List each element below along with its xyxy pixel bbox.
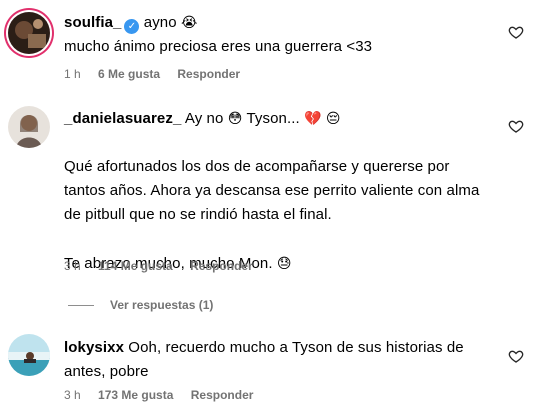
comment-line: antes, pobre: [64, 363, 149, 380]
avatar[interactable]: [8, 334, 50, 376]
timestamp: 1 h: [64, 67, 81, 81]
timestamp: 3 h: [64, 388, 81, 402]
view-replies-label: Ver respuestas (1): [110, 298, 214, 312]
like-heart-icon[interactable]: [508, 348, 524, 364]
username[interactable]: _danielasuarez_: [64, 110, 181, 127]
comment-soulfia: soulfia_ ✓ ayno 😭 mucho ánimo preciosa er…: [0, 0, 536, 90]
replies-divider: [68, 305, 94, 307]
comment-line: mucho ánimo preciosa eres una guerrera <…: [64, 38, 373, 55]
comment-meta: 1 h 6 Me gusta Responder: [64, 67, 254, 81]
comment-meta: 3 h 173 Me gusta Responder: [64, 388, 267, 402]
comment-lokysixx: lokysixx Ooh, recuerdo mucho a Tyson de …: [0, 330, 536, 408]
verified-badge-icon: ✓: [124, 19, 140, 34]
comment-text-mid: Tyson...: [246, 110, 300, 127]
comment-danielasuarez: _danielasuarez_ Ay no 😳 Tyson... 💔 😔 Qué…: [0, 96, 536, 316]
pensive-emoji-icon: 😔: [325, 110, 341, 126]
broken-heart-emoji-icon: 💔: [304, 110, 322, 126]
username[interactable]: soulfia_: [64, 14, 121, 31]
likes-count[interactable]: 173 Me gusta: [98, 388, 173, 402]
comment-text-start: Ay no: [184, 110, 224, 127]
avatar[interactable]: [8, 12, 50, 54]
reply-button[interactable]: Responder: [191, 388, 254, 402]
avatar[interactable]: [8, 106, 50, 148]
comment-meta: 3 h 114 Me gusta Responder: [64, 259, 267, 273]
comment-first-line: ayno: [143, 14, 177, 31]
like-heart-icon[interactable]: [508, 118, 524, 134]
comment-first-line: _danielasuarez_ Ay no 😳 Tyson... 💔 😔: [64, 106, 496, 131]
likes-count[interactable]: 6 Me gusta: [98, 67, 160, 81]
sad-sweat-emoji-icon: 😓: [276, 255, 292, 271]
comment-line: Qué afortunados los dos de acompañarse y…: [64, 158, 450, 175]
flushed-emoji-icon: 😳: [227, 110, 243, 126]
comment-line: tantos años. Ahora ya descansa ese perri…: [64, 182, 480, 199]
comment-text: lokysixx Ooh, recuerdo mucho a Tyson de …: [64, 336, 496, 360]
crying-emoji-icon: 😭: [180, 14, 198, 30]
likes-count[interactable]: 114 Me gusta: [98, 259, 173, 273]
reply-button[interactable]: Responder: [177, 67, 240, 81]
avatar-photo-icon: [8, 106, 50, 148]
comment-line: de pitbull que no se rindió hasta el fin…: [64, 206, 332, 223]
comment-text: soulfia_ ✓ ayno 😭: [64, 10, 496, 35]
like-heart-icon[interactable]: [508, 24, 524, 40]
username[interactable]: lokysixx: [64, 339, 124, 356]
timestamp: 3 h: [64, 259, 81, 273]
comment-line: Ooh, recuerdo mucho a Tyson de sus histo…: [128, 339, 464, 356]
avatar-photo-icon: [8, 334, 50, 376]
avatar-photo-icon: [8, 12, 50, 54]
reply-button[interactable]: Responder: [190, 259, 253, 273]
view-replies-button[interactable]: Ver respuestas (1): [68, 298, 213, 312]
